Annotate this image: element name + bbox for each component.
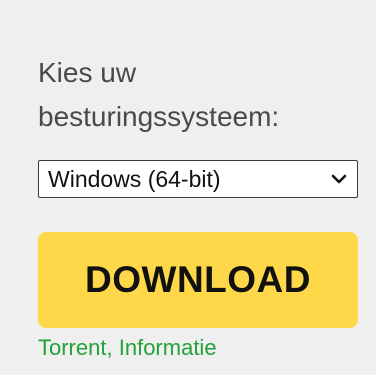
os-select-wrapper: Windows (64-bit) [38,160,358,198]
os-prompt-line-1: Kies uw [38,57,137,88]
os-select-value: Windows (64-bit) [48,165,221,192]
os-prompt-label: Kies uw besturingssysteem: [38,51,358,139]
links-separator: , [106,335,113,360]
info-link[interactable]: Informatie [119,335,217,360]
download-button[interactable]: DOWNLOAD [38,232,358,328]
secondary-links: Torrent, Informatie [38,333,217,363]
download-panel: Kies uw besturingssysteem: Windows (64-bi… [0,0,376,375]
os-prompt-line-2: besturingssysteem: [38,101,280,132]
torrent-link[interactable]: Torrent [38,335,106,360]
download-button-label: DOWNLOAD [85,259,311,300]
os-select[interactable]: Windows (64-bit) [38,160,358,198]
chevron-down-icon [329,169,349,189]
